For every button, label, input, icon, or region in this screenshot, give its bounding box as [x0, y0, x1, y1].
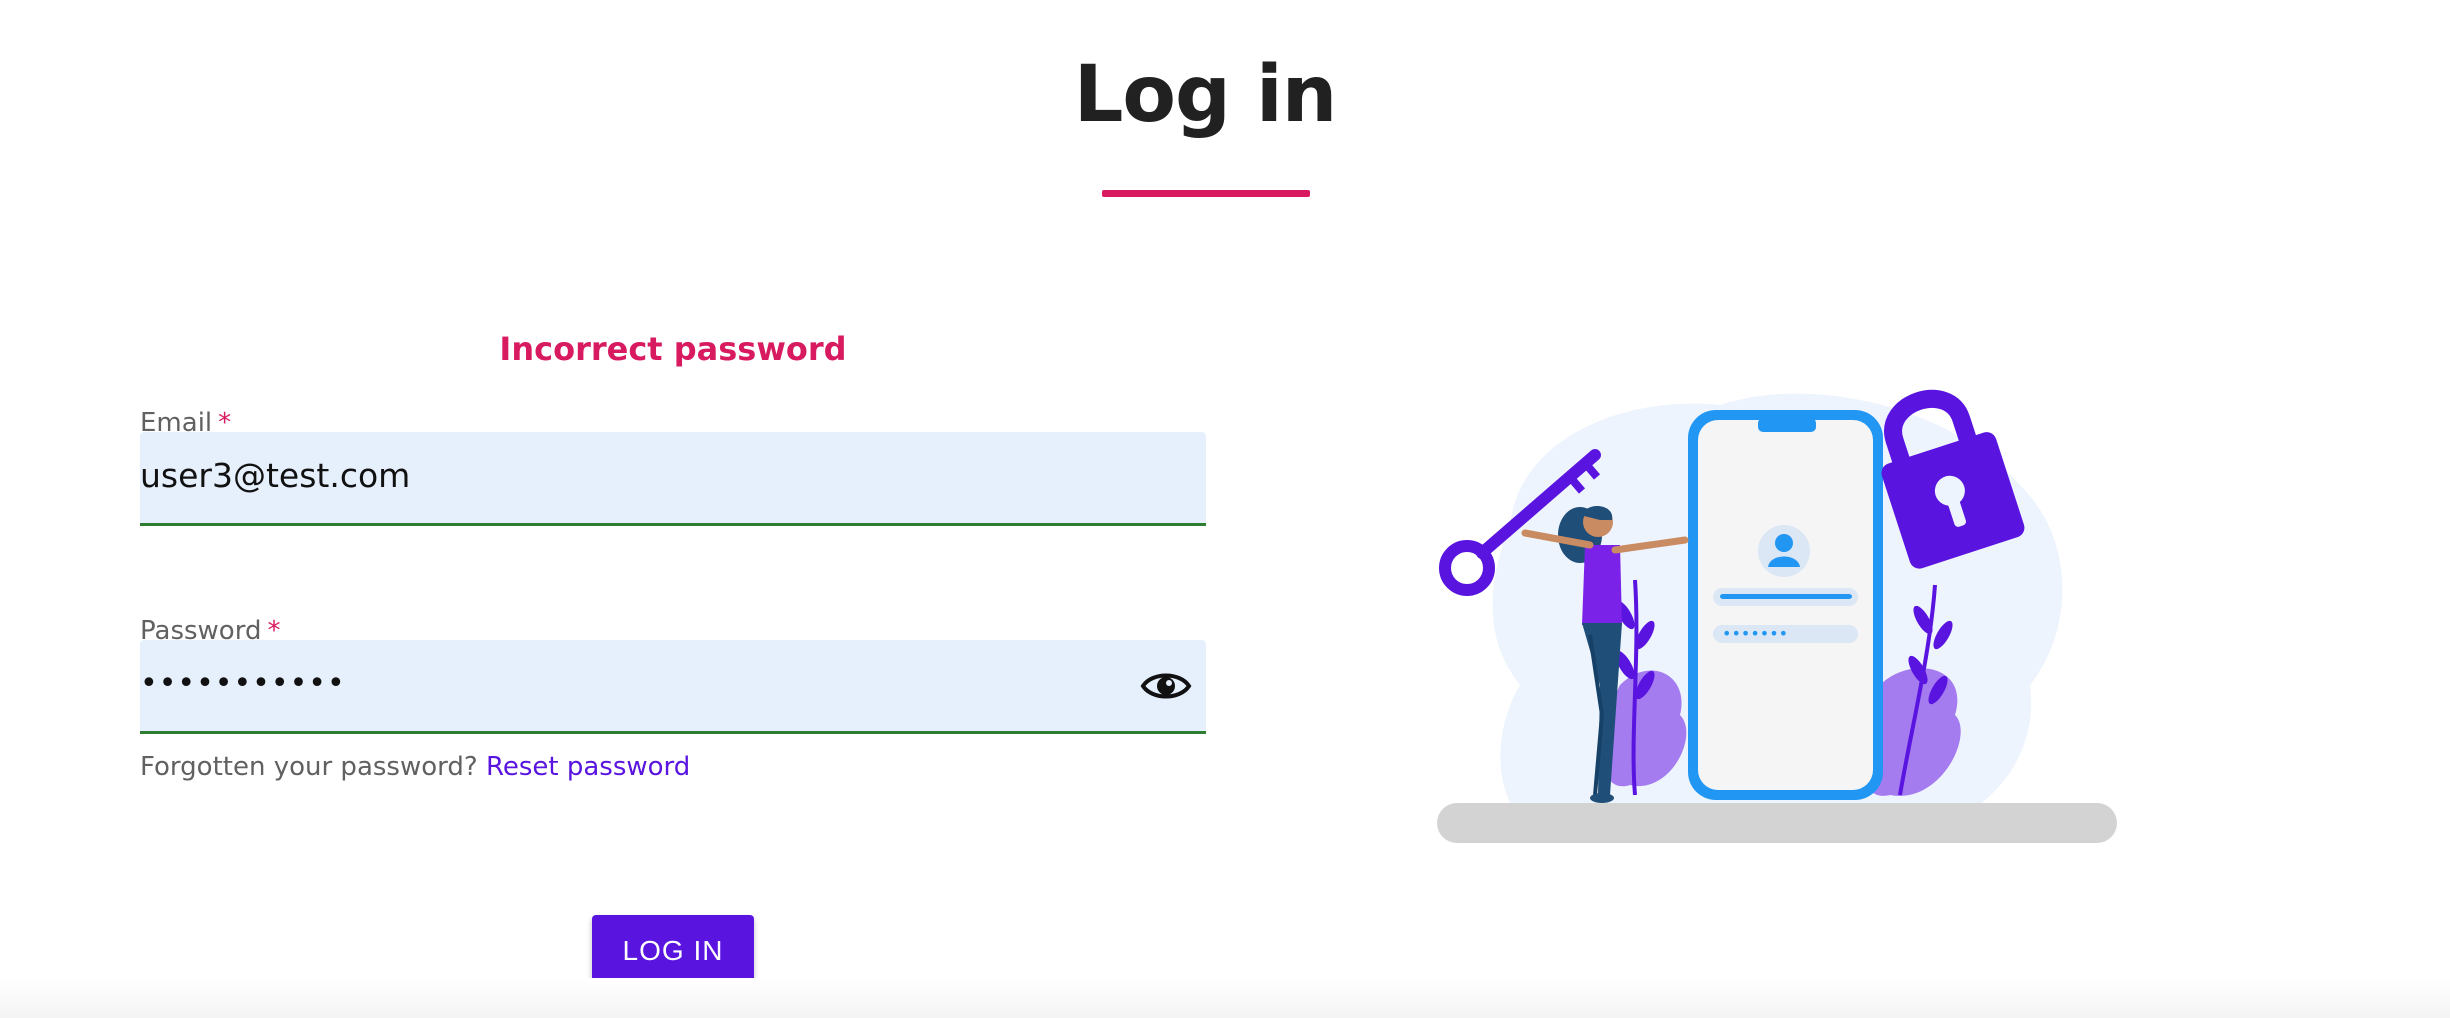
email-value: user3@test.com: [140, 456, 411, 495]
forgot-password: Forgotten your password? Reset password: [140, 752, 690, 782]
bottom-fade: [0, 978, 2450, 1018]
phone-password-dots: •••••••: [1722, 624, 1788, 643]
ground-shadow: [1437, 803, 2117, 843]
password-field[interactable]: •••••••••••: [140, 640, 1206, 734]
error-message: Incorrect password: [499, 330, 847, 368]
login-illustration: •••••••: [1430, 355, 2130, 855]
title-underline: [1102, 190, 1310, 197]
illustration-svg: •••••••: [1437, 389, 2117, 843]
forgot-text: Forgotten your password?: [140, 752, 478, 782]
login-button[interactable]: LOG IN: [592, 915, 754, 987]
login-page: Log in Incorrect password Email * user3@t…: [0, 0, 2450, 1018]
page-title: Log in: [1073, 50, 1338, 140]
reset-password-link[interactable]: Reset password: [486, 752, 690, 782]
password-value: •••••••••••: [140, 666, 346, 701]
eye-icon[interactable]: [1140, 662, 1192, 710]
email-field[interactable]: user3@test.com: [140, 432, 1206, 526]
